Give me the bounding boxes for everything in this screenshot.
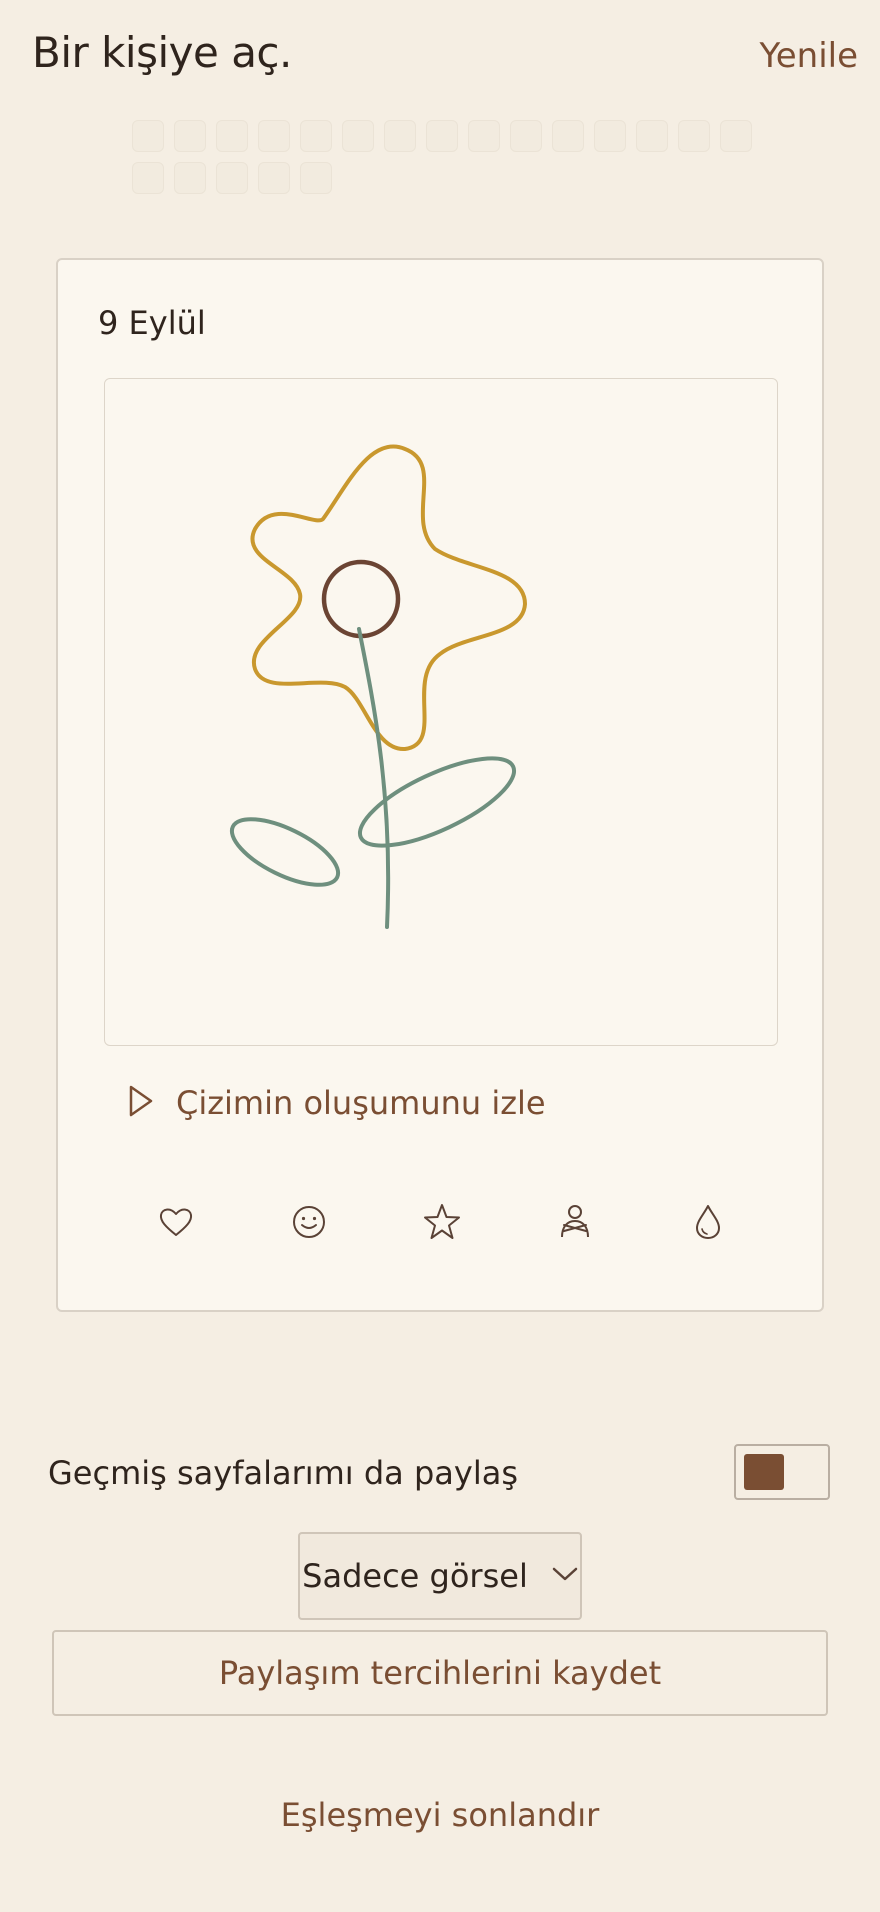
day-cell <box>132 162 164 194</box>
flower-stem <box>357 627 391 929</box>
visibility-select[interactable]: Sadece görsel <box>298 1532 582 1620</box>
save-preferences-button[interactable]: Paylaşım tercihlerini kaydet <box>52 1630 828 1716</box>
replay-label: Çizimin oluşumunu izle <box>176 1084 546 1122</box>
card-date: 9 Eylül <box>98 304 206 342</box>
reaction-bar <box>106 1200 778 1244</box>
flower-leaf-right <box>357 756 517 848</box>
day-cell <box>426 120 458 152</box>
share-past-pages-toggle[interactable] <box>734 1444 830 1500</box>
day-cell <box>342 120 374 152</box>
day-cell <box>720 120 752 152</box>
drawing-canvas <box>104 378 778 1046</box>
replay-drawing-button[interactable]: Çizimin oluşumunu izle <box>128 1084 546 1122</box>
day-cell <box>300 120 332 152</box>
chevron-down-icon <box>552 1566 578 1586</box>
day-cell <box>174 162 206 194</box>
day-cell <box>132 120 164 152</box>
drawing-card: 9 Eylül Çizimin oluşumunu izle <box>56 258 824 1312</box>
day-cell <box>174 120 206 152</box>
day-cell <box>216 120 248 152</box>
day-cell <box>678 120 710 152</box>
visibility-select-value: Sadece görsel <box>302 1557 528 1595</box>
refresh-button[interactable]: Yenile <box>759 36 858 76</box>
page-title: Bir kişiye aç. <box>32 28 292 77</box>
heart-icon[interactable] <box>154 1200 198 1244</box>
day-grid <box>132 120 752 194</box>
play-icon <box>128 1084 154 1122</box>
day-cell <box>258 162 290 194</box>
star-icon[interactable] <box>420 1200 464 1244</box>
day-cell <box>636 120 668 152</box>
day-cell <box>216 162 248 194</box>
share-past-pages-label: Geçmiş sayfalarımı da paylaş <box>48 1454 518 1492</box>
tear-drop-icon[interactable] <box>686 1200 730 1244</box>
smile-icon[interactable] <box>287 1200 331 1244</box>
toggle-knob <box>744 1454 784 1490</box>
day-cell <box>258 120 290 152</box>
day-cell <box>594 120 626 152</box>
flower-center <box>321 559 401 639</box>
flower-petals <box>250 444 527 752</box>
hug-icon[interactable] <box>553 1200 597 1244</box>
day-cell <box>468 120 500 152</box>
day-cell <box>552 120 584 152</box>
day-cell <box>300 162 332 194</box>
end-match-button[interactable]: Eşleşmeyi sonlandır <box>0 1796 880 1834</box>
day-cell <box>384 120 416 152</box>
flower-leaf-left <box>229 817 341 887</box>
flower-drawing <box>229 444 527 929</box>
day-cell <box>510 120 542 152</box>
